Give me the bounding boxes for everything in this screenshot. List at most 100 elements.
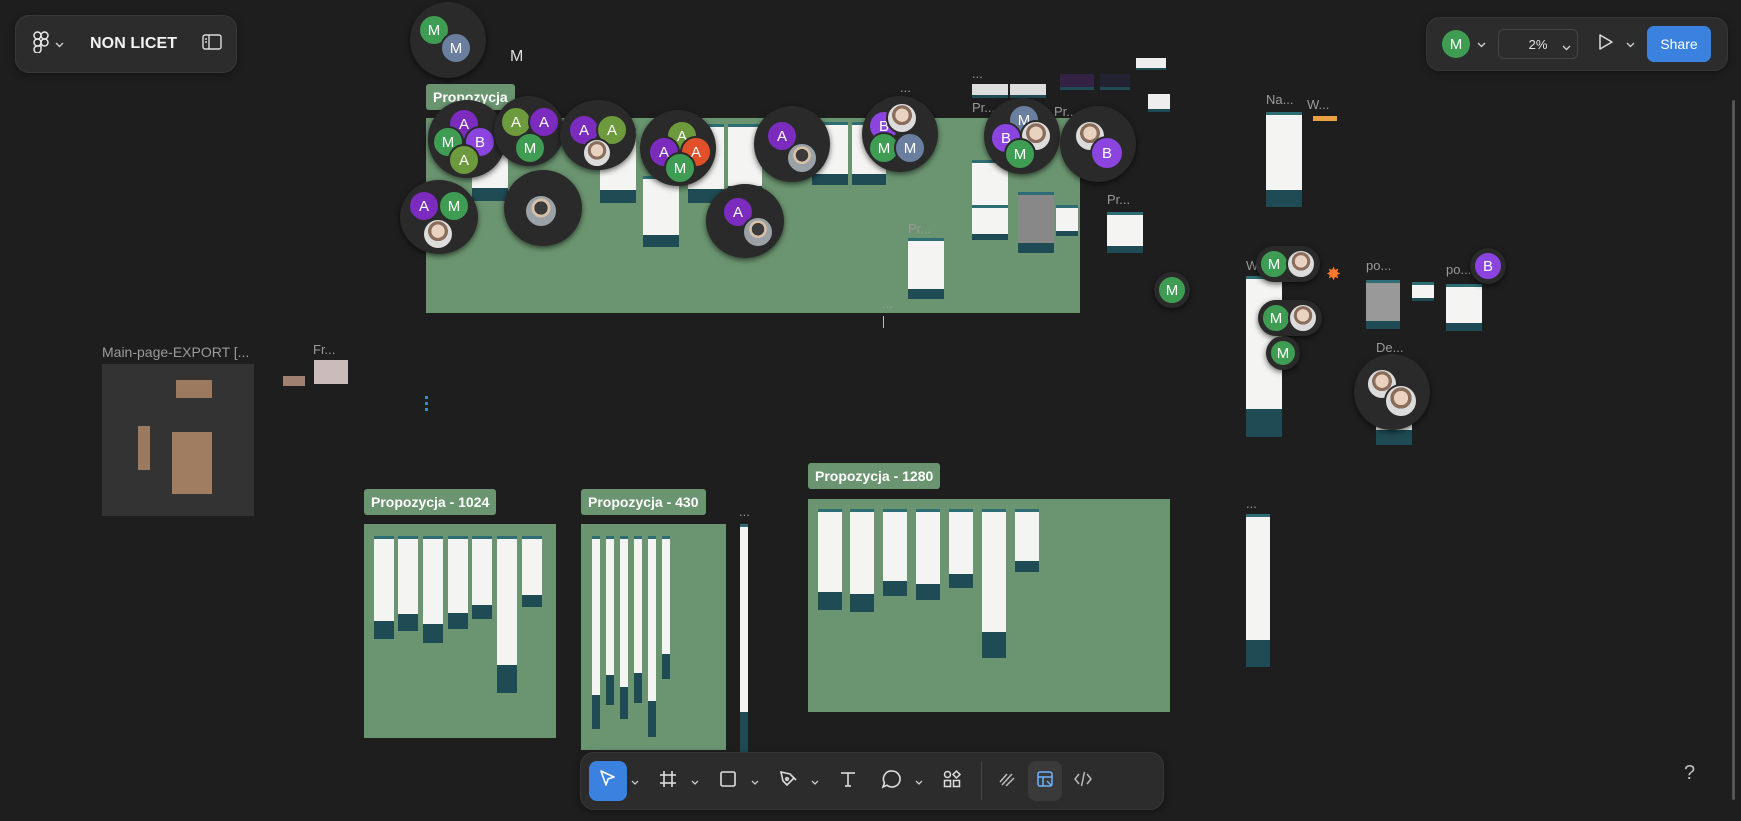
screen-thumbnail[interactable]: [1446, 284, 1482, 332]
screen-thumbnail[interactable]: [908, 238, 944, 299]
collaborator-cluster[interactable]: A A A M: [640, 110, 716, 186]
screen-thumbnail[interactable]: [1136, 58, 1166, 70]
collaborator-photo: [422, 218, 454, 250]
collaborator-cluster[interactable]: M B M: [984, 98, 1060, 174]
screen-thumbnail[interactable]: [472, 536, 492, 619]
screen-thumbnail[interactable]: [1010, 84, 1046, 99]
text-tool-button[interactable]: [829, 761, 867, 801]
frame-tool-options[interactable]: [687, 772, 703, 790]
collaborator-cluster[interactable]: A M: [400, 180, 478, 254]
collaborator-cluster[interactable]: B M M: [862, 96, 938, 172]
screen-thumbnail[interactable]: [949, 509, 973, 588]
current-user-button[interactable]: M: [1442, 30, 1486, 58]
collaborator-cursor[interactable]: M: [1256, 246, 1320, 282]
play-icon: [1598, 33, 1614, 56]
screen-thumbnail[interactable]: [1107, 212, 1143, 254]
collaborator-cursor[interactable]: M: [1154, 272, 1190, 308]
sidebar-toggle-button[interactable]: [202, 33, 222, 55]
design-mode-button[interactable]: [1028, 761, 1062, 801]
move-tool-options[interactable]: [627, 772, 643, 790]
collaborator-cluster[interactable]: A: [706, 184, 784, 258]
screen-thumbnail[interactable]: [818, 509, 842, 610]
move-tool-button[interactable]: [589, 761, 627, 801]
collaborator-avatar: M: [1261, 303, 1291, 333]
frame-tool-button[interactable]: [649, 761, 687, 801]
screen-thumbnail[interactable]: [1148, 94, 1170, 112]
screen-thumbnail[interactable]: [374, 536, 394, 639]
screen-thumbnail[interactable]: [522, 536, 542, 607]
screen-thumbnail[interactable]: [662, 536, 670, 679]
file-name[interactable]: NON LICET: [90, 35, 177, 53]
screen-thumbnail[interactable]: [1060, 74, 1094, 90]
collaborator-avatar: A: [448, 144, 480, 176]
screen-thumbnail[interactable]: [1015, 509, 1039, 572]
screen-thumbnail[interactable]: [982, 509, 1006, 658]
vertical-scrollbar[interactable]: [1732, 100, 1735, 800]
screen-thumbnail[interactable]: [1412, 282, 1434, 301]
sidebar-toggle-icon: [202, 33, 222, 55]
share-button[interactable]: Share: [1647, 26, 1711, 62]
pen-tool-button[interactable]: [769, 761, 807, 801]
comment-bubble-icon: [881, 769, 903, 794]
frame-caption: ...: [900, 80, 911, 95]
spark-icon: ✸: [1326, 264, 1342, 284]
screen-thumbnail[interactable]: [592, 536, 600, 729]
screen-thumbnail[interactable]: [643, 176, 679, 247]
screen-thumbnail[interactable]: [1100, 74, 1130, 90]
screen-thumbnail[interactable]: [740, 524, 748, 753]
code-brackets-icon: [1073, 769, 1093, 794]
pen-tool-options[interactable]: [807, 772, 823, 790]
screen-thumbnail[interactable]: [448, 536, 468, 629]
actions-tool-button[interactable]: [933, 761, 971, 801]
rectangle-tool-options[interactable]: [747, 772, 763, 790]
selection-marker[interactable]: [425, 396, 428, 412]
screen-thumbnail[interactable]: [634, 536, 642, 703]
collaborator-cluster[interactable]: A A M: [494, 96, 564, 166]
screen-thumbnail[interactable]: [398, 536, 418, 631]
screen-thumbnail[interactable]: [1266, 112, 1302, 207]
screen-thumbnail[interactable]: [606, 536, 614, 705]
screen-thumbnail[interactable]: [883, 509, 907, 596]
screen-thumbnail[interactable]: [972, 205, 1008, 240]
screen-thumbnail[interactable]: [916, 509, 940, 600]
screen-thumbnail[interactable]: [1246, 514, 1270, 667]
screen-thumbnail[interactable]: [1056, 205, 1078, 237]
screen-thumbnail[interactable]: [850, 509, 874, 612]
comment-tool-button[interactable]: [873, 761, 911, 801]
collaborator-cursor[interactable]: M: [1258, 300, 1322, 336]
small-element[interactable]: [1313, 116, 1337, 121]
screen-thumbnail[interactable]: [423, 536, 443, 643]
draw-mode-button[interactable]: [990, 761, 1024, 801]
collaborator-cursor[interactable]: M: [1266, 336, 1300, 370]
collaborator-cluster[interactable]: M M: [410, 2, 486, 78]
collaborator-cluster[interactable]: [1354, 354, 1430, 430]
screen-thumbnail[interactable]: [648, 536, 656, 737]
top-right-toolbar: M 2% Share: [1426, 17, 1728, 71]
screen-thumbnail[interactable]: [972, 84, 1008, 99]
present-button[interactable]: [1598, 33, 1635, 56]
collaborator-cluster[interactable]: B: [1060, 106, 1136, 182]
dev-mode-button[interactable]: [1066, 761, 1100, 801]
frame-caption: Fr...: [313, 342, 336, 357]
collaborator-cluster[interactable]: A A: [560, 100, 636, 170]
chevron-down-icon: [915, 772, 923, 790]
cursor-arrow-icon: [598, 769, 618, 794]
screen-thumbnail[interactable]: [620, 536, 628, 719]
collaborator-cluster[interactable]: A: [754, 106, 830, 182]
frame-label-1024[interactable]: Propozycja - 1024: [364, 489, 497, 515]
rectangle-tool-button[interactable]: [709, 761, 747, 801]
main-menu-button[interactable]: [33, 30, 64, 58]
zoom-dropdown[interactable]: 2%: [1498, 29, 1578, 59]
screen-thumbnail[interactable]: [1018, 192, 1054, 253]
help-button[interactable]: ?: [1684, 762, 1695, 785]
screen-thumbnail[interactable]: [1366, 280, 1400, 330]
comment-tool-options[interactable]: [911, 772, 927, 790]
frame-label-1280[interactable]: Propozycja - 1280: [808, 463, 941, 489]
frame-caption: ...: [972, 66, 983, 81]
collaborator-photo: [886, 102, 918, 134]
frame-label-430[interactable]: Propozycja - 430: [581, 489, 706, 515]
screen-thumbnail[interactable]: [497, 536, 517, 693]
design-canvas[interactable]: Propozycja Pr... Pr... Pr... Pr... ... .…: [0, 0, 1741, 821]
collaborator-cursor[interactable]: B: [1470, 248, 1506, 284]
collaborator-cluster[interactable]: [504, 170, 582, 246]
